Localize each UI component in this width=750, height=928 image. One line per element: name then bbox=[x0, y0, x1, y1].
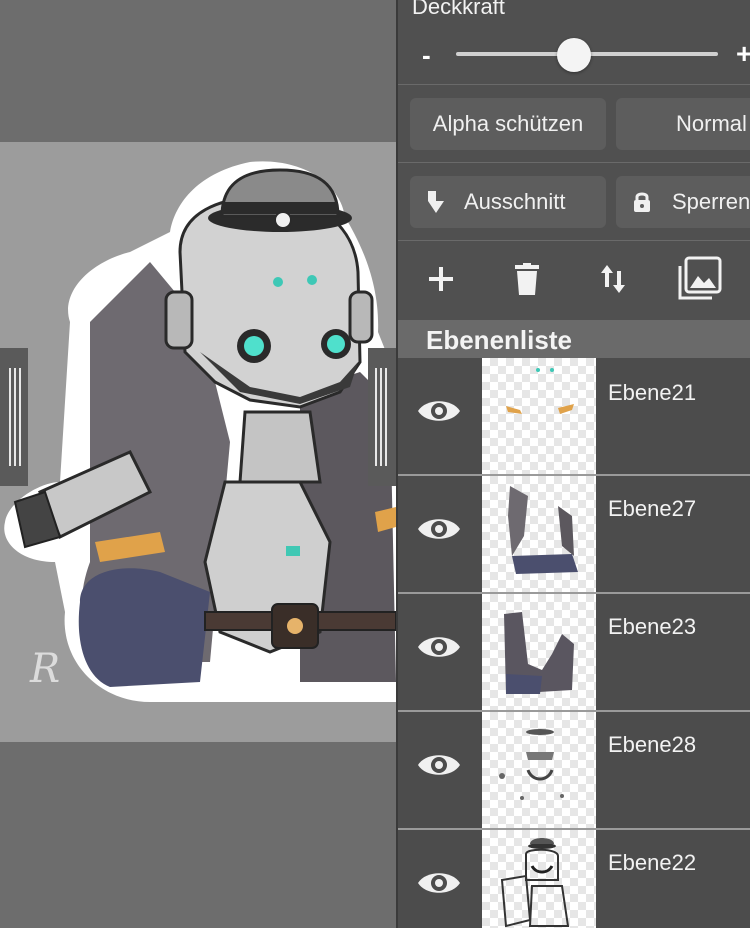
artwork: R bbox=[4, 161, 396, 702]
trash-icon bbox=[515, 263, 539, 295]
handle-bar bbox=[19, 368, 21, 466]
layer-row[interactable]: Ebene21 bbox=[398, 358, 750, 476]
layer-name: Ebene21 bbox=[608, 380, 697, 405]
chest-gem bbox=[286, 546, 300, 556]
layer-row[interactable]: Ebene28 bbox=[398, 712, 750, 830]
left-resize-handle[interactable] bbox=[0, 348, 28, 486]
layer-name: Ebene22 bbox=[608, 850, 697, 875]
layer-toolbar bbox=[398, 240, 750, 318]
lock-icon bbox=[634, 192, 650, 212]
eye-icon[interactable] bbox=[416, 514, 462, 544]
opacity-label: Deckkraft bbox=[412, 0, 505, 19]
clipping-button[interactable]: Ausschnitt bbox=[410, 176, 606, 228]
lock-layer-button[interactable]: Sperren bbox=[616, 176, 750, 228]
layer-thumbnail bbox=[482, 476, 596, 592]
move-layer-icon bbox=[601, 265, 625, 293]
alpha-lock-label: Alpha schützen bbox=[432, 111, 584, 136]
clipping-arrow-icon bbox=[428, 191, 444, 213]
eye-icon[interactable] bbox=[416, 396, 462, 426]
eye-left bbox=[273, 277, 283, 287]
handle-bar bbox=[9, 368, 11, 466]
eye-icon[interactable] bbox=[416, 750, 462, 780]
layer-thumbnail bbox=[482, 594, 596, 710]
canvas-area[interactable]: R bbox=[0, 0, 396, 928]
image-layer-button[interactable] bbox=[676, 256, 722, 302]
image-stack-icon bbox=[678, 256, 722, 300]
clipping-label: Ausschnitt bbox=[464, 189, 566, 214]
opacity-increase-button[interactable]: + bbox=[736, 38, 750, 70]
move-layer-button[interactable] bbox=[590, 256, 636, 302]
layer-row[interactable]: Ebene27 bbox=[398, 476, 750, 594]
ear-piece-right bbox=[348, 290, 374, 344]
layer-thumbnail bbox=[482, 358, 596, 474]
alpha-lock-button[interactable]: Alpha schützen bbox=[410, 98, 606, 150]
eye-icon[interactable] bbox=[416, 868, 462, 898]
layer-name: Ebene28 bbox=[608, 732, 697, 757]
layer-panel: Deckkraft - + Alpha schützen Normal Auss… bbox=[396, 0, 750, 928]
divider bbox=[398, 162, 750, 163]
divider bbox=[398, 84, 750, 85]
hat-badge bbox=[274, 211, 292, 229]
layer-row[interactable]: Ebene23 bbox=[398, 594, 750, 712]
handle-bar bbox=[385, 368, 387, 466]
signature: R bbox=[29, 646, 60, 692]
blend-mode-button[interactable]: Normal bbox=[616, 98, 750, 150]
eye-right bbox=[307, 275, 317, 285]
handle-bar bbox=[375, 368, 377, 466]
add-layer-button[interactable] bbox=[418, 256, 464, 302]
ear-piece-left bbox=[164, 290, 194, 350]
handle-bar bbox=[380, 368, 382, 466]
lock-label: Sperren bbox=[672, 189, 750, 214]
layer-thumbnail bbox=[482, 712, 596, 828]
eye-icon[interactable] bbox=[416, 632, 462, 662]
neck bbox=[238, 410, 322, 484]
pants bbox=[78, 568, 210, 687]
layer-thumbnail bbox=[482, 830, 596, 928]
handle-bar bbox=[14, 368, 16, 466]
cheek-light-left bbox=[244, 336, 264, 356]
buckle-skull bbox=[287, 618, 303, 634]
layer-list-header: Ebenenliste bbox=[398, 320, 750, 358]
opacity-slider-thumb[interactable] bbox=[556, 38, 591, 72]
cheek-light-right bbox=[327, 335, 345, 353]
add-icon bbox=[429, 267, 453, 291]
delete-layer-button[interactable] bbox=[504, 256, 550, 302]
layer-name: Ebene27 bbox=[608, 496, 697, 521]
blend-mode-label: Normal bbox=[676, 111, 747, 136]
opacity-decrease-button[interactable]: - bbox=[422, 40, 431, 71]
layer-row[interactable]: Ebene22 bbox=[398, 830, 750, 928]
layer-name: Ebene23 bbox=[608, 614, 697, 639]
right-resize-handle[interactable] bbox=[368, 348, 396, 486]
